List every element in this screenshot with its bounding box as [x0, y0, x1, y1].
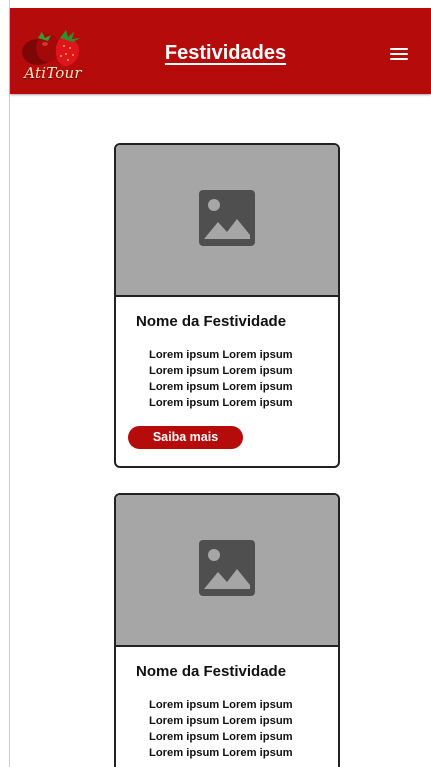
description-line: Lorem ipsum Lorem ipsum	[149, 397, 293, 409]
card-image-placeholder	[116, 495, 338, 647]
festivity-card: Nome da Festividade Lorem ipsum Lorem ip…	[114, 493, 340, 767]
logo-text: AtiTour	[24, 64, 82, 82]
hamburger-menu-icon[interactable]	[389, 45, 409, 61]
card-description: Lorem ipsum Lorem ipsum Lorem ipsum Lore…	[149, 347, 324, 411]
page-title: Festividades	[164, 42, 287, 64]
festivity-card: Nome da Festividade Lorem ipsum Lorem ip…	[114, 143, 340, 468]
description-line: Lorem ipsum Lorem ipsum	[149, 381, 293, 393]
top-bar: AtiTour Festividades	[10, 8, 431, 94]
description-line: Lorem ipsum Lorem ipsum	[149, 731, 293, 743]
image-placeholder-icon	[199, 540, 255, 596]
card-title: Nome da Festividade	[136, 313, 287, 330]
menu-line	[390, 53, 408, 55]
card-image-placeholder	[116, 145, 338, 297]
menu-line	[390, 48, 408, 50]
card-description: Lorem ipsum Lorem ipsum Lorem ipsum Lore…	[149, 697, 324, 761]
screen-edge	[9, 0, 10, 767]
description-line: Lorem ipsum Lorem ipsum	[149, 715, 293, 727]
saiba-mais-button[interactable]: Saiba mais	[128, 426, 243, 449]
description-line: Lorem ipsum Lorem ipsum	[149, 747, 293, 759]
image-placeholder-icon	[199, 190, 255, 246]
description-line: Lorem ipsum Lorem ipsum	[149, 699, 293, 711]
card-title: Nome da Festividade	[136, 663, 287, 680]
menu-line	[390, 58, 408, 60]
app-screen: AtiTour Festividades Nome da Festividade…	[0, 0, 431, 767]
description-line: Lorem ipsum Lorem ipsum	[149, 365, 293, 377]
description-line: Lorem ipsum Lorem ipsum	[149, 349, 293, 361]
